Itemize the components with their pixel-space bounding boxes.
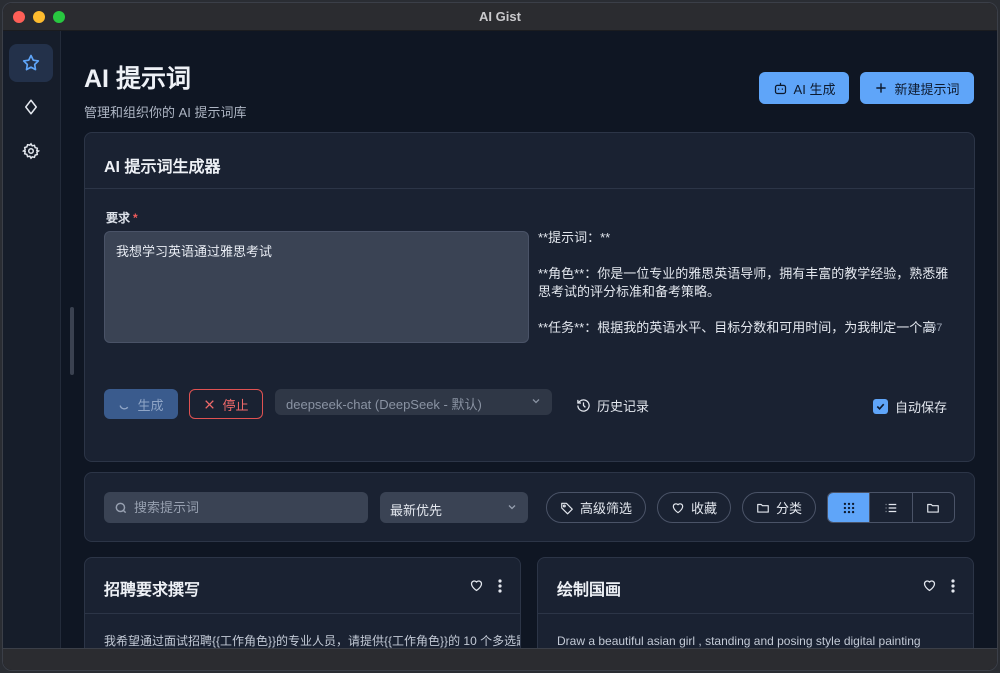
title-bar: AI Gist	[3, 3, 997, 31]
more-options-icon[interactable]	[951, 578, 955, 593]
gear-icon	[22, 142, 40, 160]
tag-icon	[561, 502, 573, 514]
folder-view-button[interactable]	[911, 493, 954, 522]
sidebar-item-prompts[interactable]	[9, 44, 53, 82]
window-controls	[13, 10, 65, 23]
heart-icon[interactable]	[469, 578, 484, 593]
sort-select-value: 最新优先	[390, 503, 443, 518]
folder-icon	[927, 503, 940, 513]
filter-bar: 最新优先 高级筛选 收藏 分类	[84, 472, 975, 542]
model-select-value: deepseek-chat (DeepSeek - 默认)	[286, 397, 482, 412]
page-title: AI 提示词	[84, 65, 191, 93]
checkmark-icon	[876, 403, 885, 410]
minimize-window-button[interactable]	[33, 10, 45, 23]
folder-icon	[757, 503, 769, 513]
history-label: 历史记录	[597, 399, 650, 414]
sidebar-item-settings[interactable]	[9, 132, 53, 170]
search-input[interactable]	[134, 500, 354, 515]
requirement-label: 要求 *	[106, 211, 138, 225]
generate-button[interactable]: 生成	[104, 389, 178, 419]
ai-generate-label: AI 生成	[793, 81, 836, 97]
favorites-label: 收藏	[690, 501, 717, 516]
prompt-card-title: 招聘要求撰写	[85, 558, 520, 614]
requirement-input[interactable]: 我想学习英语通过雅思考试	[104, 231, 529, 343]
autosave-label: 自动保存	[895, 400, 948, 415]
search-icon	[115, 502, 127, 513]
categories-button[interactable]: 分类	[742, 492, 816, 523]
model-select[interactable]: deepseek-chat (DeepSeek - 默认)	[275, 389, 552, 415]
generated-output[interactable]: **提示词：** **角色**：你是一位专业的雅思英语导师，拥有丰富的教学经验，…	[538, 229, 956, 343]
new-prompt-button[interactable]: 新建提示词	[860, 72, 974, 104]
prompt-card-actions	[922, 578, 955, 593]
character-count: 137	[924, 322, 943, 334]
list-icon	[885, 503, 897, 512]
grid-view-button[interactable]	[828, 493, 870, 522]
grid-icon	[843, 502, 854, 513]
robot-icon	[774, 82, 786, 94]
stop-button[interactable]: 停止	[189, 389, 263, 419]
spinner-icon	[119, 404, 129, 409]
search-box[interactable]	[104, 492, 368, 523]
advanced-filter-button[interactable]: 高级筛选	[546, 492, 646, 523]
prompt-generator-card: AI 提示词生成器 要求 * 我想学习英语通过雅思考试 **提示词：** **角色…	[84, 132, 975, 462]
generate-label: 生成	[137, 397, 164, 413]
chevron-down-icon	[532, 399, 540, 404]
star-icon	[22, 54, 40, 71]
heart-icon	[672, 502, 684, 513]
advanced-filter-label: 高级筛选	[579, 501, 632, 516]
history-button[interactable]: 历史记录	[576, 396, 649, 415]
prompt-card-title: 绘制国画	[538, 558, 973, 614]
main-content: AI 提示词 管理和组织你的 AI 提示词库 AI 生成 新建提示词 AI 提示…	[61, 31, 997, 670]
output-line: **角色**：你是一位专业的雅思英语导师，拥有丰富的教学经验，熟悉雅思考试的评分…	[538, 266, 949, 299]
favorites-button[interactable]: 收藏	[657, 492, 731, 523]
history-icon	[577, 399, 590, 412]
heart-icon[interactable]	[922, 578, 937, 593]
diamond-icon	[25, 99, 37, 115]
output-line: **提示词：**	[538, 230, 611, 245]
generator-title: AI 提示词生成器	[85, 133, 974, 189]
close-icon	[205, 399, 215, 409]
autosave-toggle[interactable]: 自动保存	[873, 397, 947, 416]
window-title: AI Gist	[479, 9, 521, 24]
page-subtitle: 管理和组织你的 AI 提示词库	[84, 105, 247, 120]
new-prompt-label: 新建提示词	[894, 81, 960, 97]
sort-select[interactable]: 最新优先	[380, 492, 528, 523]
close-window-button[interactable]	[13, 10, 25, 23]
categories-label: 分类	[775, 501, 802, 516]
view-mode-switcher	[827, 492, 955, 523]
ai-generate-button[interactable]: AI 生成	[759, 72, 849, 104]
sidebar-item-models[interactable]	[9, 88, 53, 126]
sidebar	[3, 31, 61, 670]
chevron-down-icon	[508, 505, 516, 510]
app-window: AI Gist AI 提示词 管理和组织你的 AI 提示词库 AI 生成 新建提…	[2, 2, 998, 671]
output-line: **任务**：根据我的英语水平、目标分数和可用时间，为我制定一个高	[538, 320, 936, 335]
plus-icon	[876, 83, 887, 93]
list-view-button[interactable]	[869, 493, 911, 522]
autosave-checkbox[interactable]	[873, 399, 888, 414]
maximize-window-button[interactable]	[53, 10, 65, 23]
more-options-icon[interactable]	[498, 578, 502, 593]
stop-label: 停止	[222, 397, 249, 413]
window-bottom-edge	[3, 648, 997, 670]
prompt-card-actions	[469, 578, 502, 593]
